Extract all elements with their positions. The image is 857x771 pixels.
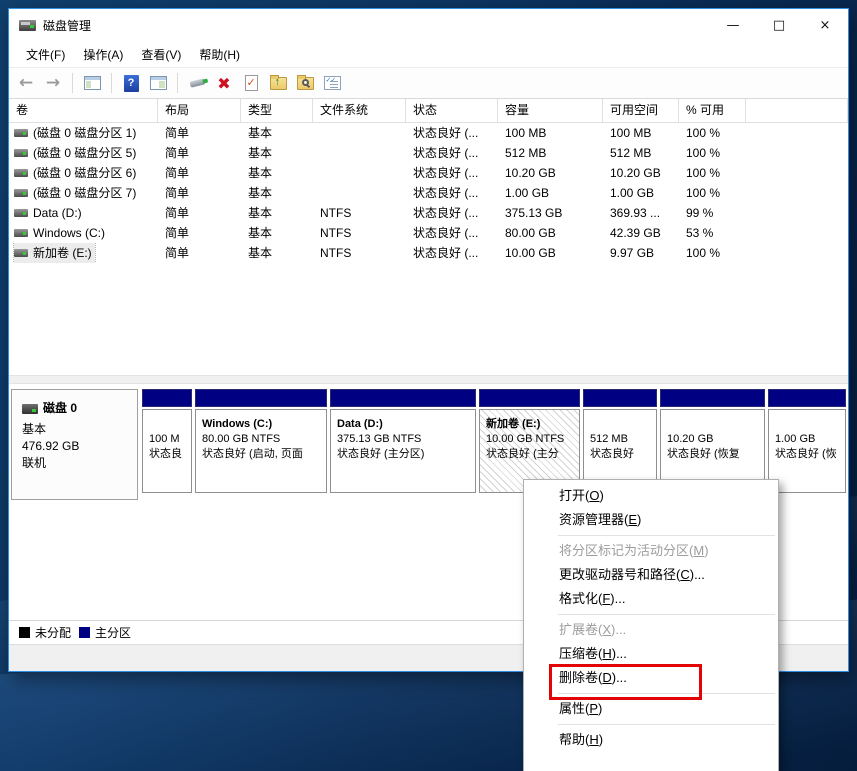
partition-data-d[interactable]: Data (D:)375.13 GB NTFS状态良好 (主分区) xyxy=(330,389,476,500)
volume-row[interactable]: (磁盘 0 磁盘分区 6) 简单 基本 状态良好 (... 10.20 GB 1… xyxy=(9,163,848,183)
partition-color-bar xyxy=(583,389,657,407)
disk-type: 基本 xyxy=(22,421,137,438)
partition-color-bar xyxy=(479,389,580,407)
col-volume[interactable]: 卷 xyxy=(9,99,158,123)
forward-icon[interactable]: → xyxy=(42,72,64,94)
col-blank xyxy=(746,99,848,123)
menu-separator xyxy=(558,724,775,725)
back-icon[interactable]: ← xyxy=(15,72,37,94)
partition-color-bar xyxy=(330,389,476,407)
delete-icon[interactable]: ✖ xyxy=(213,72,235,94)
menu-action[interactable]: 操作(A) xyxy=(74,42,132,67)
menu-help[interactable]: 帮助(H) xyxy=(190,42,249,67)
close-button[interactable]: × xyxy=(802,9,848,41)
maximize-button[interactable]: □ xyxy=(756,9,802,41)
help-icon[interactable]: ? xyxy=(120,72,142,94)
minimize-button[interactable]: — xyxy=(710,9,756,41)
folder-up-icon[interactable]: ↑ xyxy=(267,72,289,94)
menu-item-explorer[interactable]: 资源管理器(E) xyxy=(524,508,778,532)
menu-item-help[interactable]: 帮助(H) xyxy=(524,728,778,752)
col-percentfree[interactable]: % 可用 xyxy=(679,99,746,123)
disk0-info-panel[interactable]: 磁盘 0 基本 476.92 GB 联机 xyxy=(11,389,138,500)
app-drive-icon xyxy=(19,20,36,31)
menu-file[interactable]: 文件(F) xyxy=(17,42,74,67)
col-status[interactable]: 状态 xyxy=(406,99,498,123)
partition-windows-c[interactable]: Windows (C:)80.00 GB NTFS状态良好 (启动, 页面 xyxy=(195,389,327,500)
menu-item-properties[interactable]: 属性(P) xyxy=(524,697,778,721)
col-capacity[interactable]: 容量 xyxy=(498,99,603,123)
context-menu: 打开(O) 资源管理器(E) 将分区标记为活动分区(M) 更改驱动器号和路径(C… xyxy=(523,479,779,771)
unallocated-color-swatch xyxy=(19,627,30,638)
toolbar-separator xyxy=(177,73,178,93)
partition-color-bar xyxy=(195,389,327,407)
desktop: 磁盘管理 — □ × 文件(F) 操作(A) 查看(V) 帮助(H) ← → ? xyxy=(0,0,857,771)
check-page-icon[interactable]: ✓ xyxy=(240,72,262,94)
menu-item-delete-volume[interactable]: 删除卷(D)... xyxy=(524,666,778,690)
menubar: 文件(F) 操作(A) 查看(V) 帮助(H) xyxy=(9,41,848,67)
volume-row-selected[interactable]: 新加卷 (E:) 简单 基本 NTFS 状态良好 (... 10.00 GB 9… xyxy=(9,243,848,263)
volume-row[interactable]: (磁盘 0 磁盘分区 7) 简单 基本 状态良好 (... 1.00 GB 1.… xyxy=(9,183,848,203)
folder-search-icon[interactable] xyxy=(294,72,316,94)
partition-system-100mb[interactable]: 100 M状态良 xyxy=(142,389,192,500)
volume-drive-icon xyxy=(14,229,28,237)
volume-list: 卷 布局 类型 文件系统 状态 容量 可用空间 % 可用 (磁盘 0 磁盘分区 … xyxy=(9,99,848,375)
primary-color-swatch xyxy=(79,627,90,638)
col-freespace[interactable]: 可用空间 xyxy=(603,99,679,123)
toolbar: ← → ? ✖ ✓ ↑ xyxy=(9,67,848,99)
volume-row[interactable]: (磁盘 0 磁盘分区 1) 简单 基本 状态良好 (... 100 MB 100… xyxy=(9,123,848,143)
volume-drive-icon xyxy=(14,149,28,157)
volume-drive-icon xyxy=(14,249,28,257)
menu-separator xyxy=(558,535,775,536)
col-layout[interactable]: 布局 xyxy=(158,99,241,123)
volume-list-header: 卷 布局 类型 文件系统 状态 容量 可用空间 % 可用 xyxy=(9,99,848,123)
rescan-tool-icon[interactable] xyxy=(186,72,208,94)
volume-drive-icon xyxy=(14,189,28,197)
menu-item-format[interactable]: 格式化(F)... xyxy=(524,587,778,611)
legend-primary-partition: 主分区 xyxy=(79,624,131,641)
partition-color-bar xyxy=(768,389,846,407)
volume-row[interactable]: Windows (C:) 简单 基本 NTFS 状态良好 (... 80.00 … xyxy=(9,223,848,243)
titlebar: 磁盘管理 — □ × xyxy=(9,9,848,41)
properties-list-icon[interactable] xyxy=(321,72,343,94)
volume-drive-icon xyxy=(14,169,28,177)
volume-row[interactable]: Data (D:) 简单 基本 NTFS 状态良好 (... 375.13 GB… xyxy=(9,203,848,223)
volume-drive-icon xyxy=(14,129,28,137)
disk-name: 磁盘 0 xyxy=(43,400,77,417)
menu-item-shrink-volume[interactable]: 压缩卷(H)... xyxy=(524,642,778,666)
menu-item-mark-active: 将分区标记为活动分区(M) xyxy=(524,539,778,563)
menu-separator xyxy=(558,614,775,615)
window-title: 磁盘管理 xyxy=(43,17,91,34)
disk-status: 联机 xyxy=(22,455,137,472)
col-type[interactable]: 类型 xyxy=(241,99,313,123)
disk-size: 476.92 GB xyxy=(22,438,137,455)
legend-unallocated: 未分配 xyxy=(19,624,71,641)
menu-separator xyxy=(558,693,775,694)
partition-color-bar xyxy=(660,389,765,407)
col-filesystem[interactable]: 文件系统 xyxy=(313,99,406,123)
toolbar-separator xyxy=(111,73,112,93)
volume-drive-icon xyxy=(14,209,28,217)
pane-splitter[interactable] xyxy=(9,375,848,384)
partition-recovery-1gb[interactable]: 1.00 GB状态良好 (恢 xyxy=(768,389,846,500)
menu-item-open[interactable]: 打开(O) xyxy=(524,484,778,508)
menu-item-change-drive-letter[interactable]: 更改驱动器号和路径(C)... xyxy=(524,563,778,587)
menu-item-extend-volume: 扩展卷(X)... xyxy=(524,618,778,642)
volume-row[interactable]: (磁盘 0 磁盘分区 5) 简单 基本 状态良好 (... 512 MB 512… xyxy=(9,143,848,163)
partition-color-bar xyxy=(142,389,192,407)
disk-icon xyxy=(22,404,38,414)
show-console-tree-icon[interactable] xyxy=(81,72,103,94)
toolbar-separator xyxy=(72,73,73,93)
menu-view[interactable]: 查看(V) xyxy=(132,42,190,67)
show-action-pane-icon[interactable] xyxy=(147,72,169,94)
